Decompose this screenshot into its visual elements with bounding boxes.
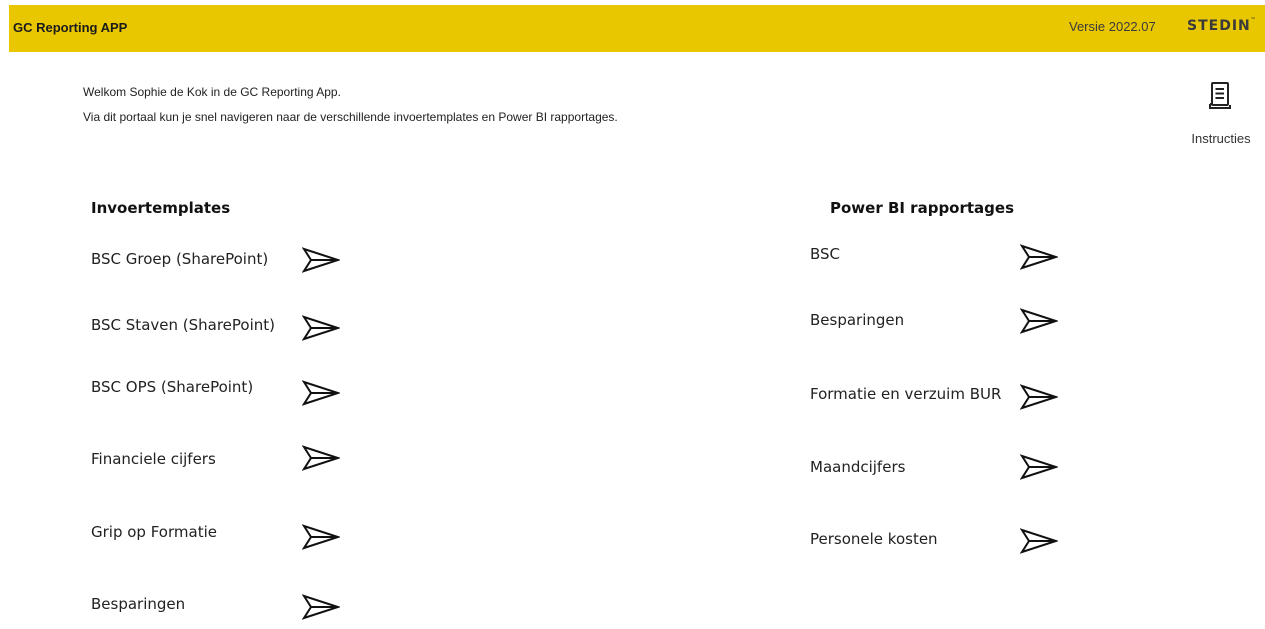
intro-description: Via dit portaal kun je snel navigeren na…	[83, 110, 618, 124]
nav-label-bsc-report[interactable]: BSC	[810, 245, 840, 263]
version-label: Versie 2022.07	[1069, 19, 1156, 34]
nav-label-bsc-staven[interactable]: BSC Staven (SharePoint)	[91, 316, 275, 334]
nav-label-formatie-verzuim[interactable]: Formatie en verzuim BUR	[810, 385, 1001, 403]
instructions-button[interactable]: Instructies	[1186, 80, 1256, 150]
nav-label-bsc-ops[interactable]: BSC OPS (SharePoint)	[91, 378, 253, 396]
send-arrow-icon	[302, 380, 340, 406]
document-icon	[1209, 82, 1231, 109]
nav-button-besparingen-template[interactable]	[302, 594, 340, 620]
send-arrow-icon	[1020, 244, 1058, 270]
powerbi-heading: Power BI rapportages	[830, 199, 1015, 217]
invoertemplates-heading: Invoertemplates	[91, 199, 231, 217]
send-arrow-icon	[302, 524, 340, 550]
nav-button-bsc-report[interactable]	[1020, 244, 1058, 270]
nav-button-bsc-staven[interactable]	[302, 315, 340, 341]
nav-button-formatie-verzuim[interactable]	[1020, 384, 1058, 410]
send-arrow-icon	[302, 247, 340, 273]
nav-label-besparingen-report[interactable]: Besparingen	[810, 311, 904, 329]
stedin-logo: STEDIN™	[1187, 17, 1256, 34]
nav-button-grip-op-formatie[interactable]	[302, 524, 340, 550]
app-title: GC Reporting APP	[13, 20, 128, 35]
nav-button-personele-kosten[interactable]	[1020, 528, 1058, 554]
header-bar: GC Reporting APP Versie 2022.07 STEDIN™	[9, 5, 1265, 52]
nav-label-maandcijfers[interactable]: Maandcijfers	[810, 458, 905, 476]
nav-button-financiele-cijfers[interactable]	[302, 445, 340, 471]
welcome-message: Welkom Sophie de Kok in de GC Reporting …	[83, 85, 341, 99]
nav-label-besparingen-template[interactable]: Besparingen	[91, 595, 185, 613]
nav-label-bsc-groep[interactable]: BSC Groep (SharePoint)	[91, 250, 268, 268]
nav-button-maandcijfers[interactable]	[1020, 454, 1058, 480]
nav-label-personele-kosten[interactable]: Personele kosten	[810, 530, 938, 548]
nav-label-grip-op-formatie[interactable]: Grip op Formatie	[91, 523, 217, 541]
send-arrow-icon	[1020, 308, 1058, 334]
logo-trademark: ™	[1250, 17, 1256, 23]
send-arrow-icon	[1020, 528, 1058, 554]
send-arrow-icon	[302, 445, 340, 471]
nav-button-besparingen-report[interactable]	[1020, 308, 1058, 334]
send-arrow-icon	[1020, 454, 1058, 480]
send-arrow-icon	[302, 315, 340, 341]
nav-button-bsc-ops[interactable]	[302, 380, 340, 406]
logo-text: STEDIN	[1187, 18, 1251, 34]
send-arrow-icon	[302, 594, 340, 620]
instructions-label: Instructies	[1191, 131, 1251, 146]
send-arrow-icon	[1020, 384, 1058, 410]
nav-label-financiele-cijfers[interactable]: Financiele cijfers	[91, 450, 216, 468]
nav-button-bsc-groep[interactable]	[302, 247, 340, 273]
